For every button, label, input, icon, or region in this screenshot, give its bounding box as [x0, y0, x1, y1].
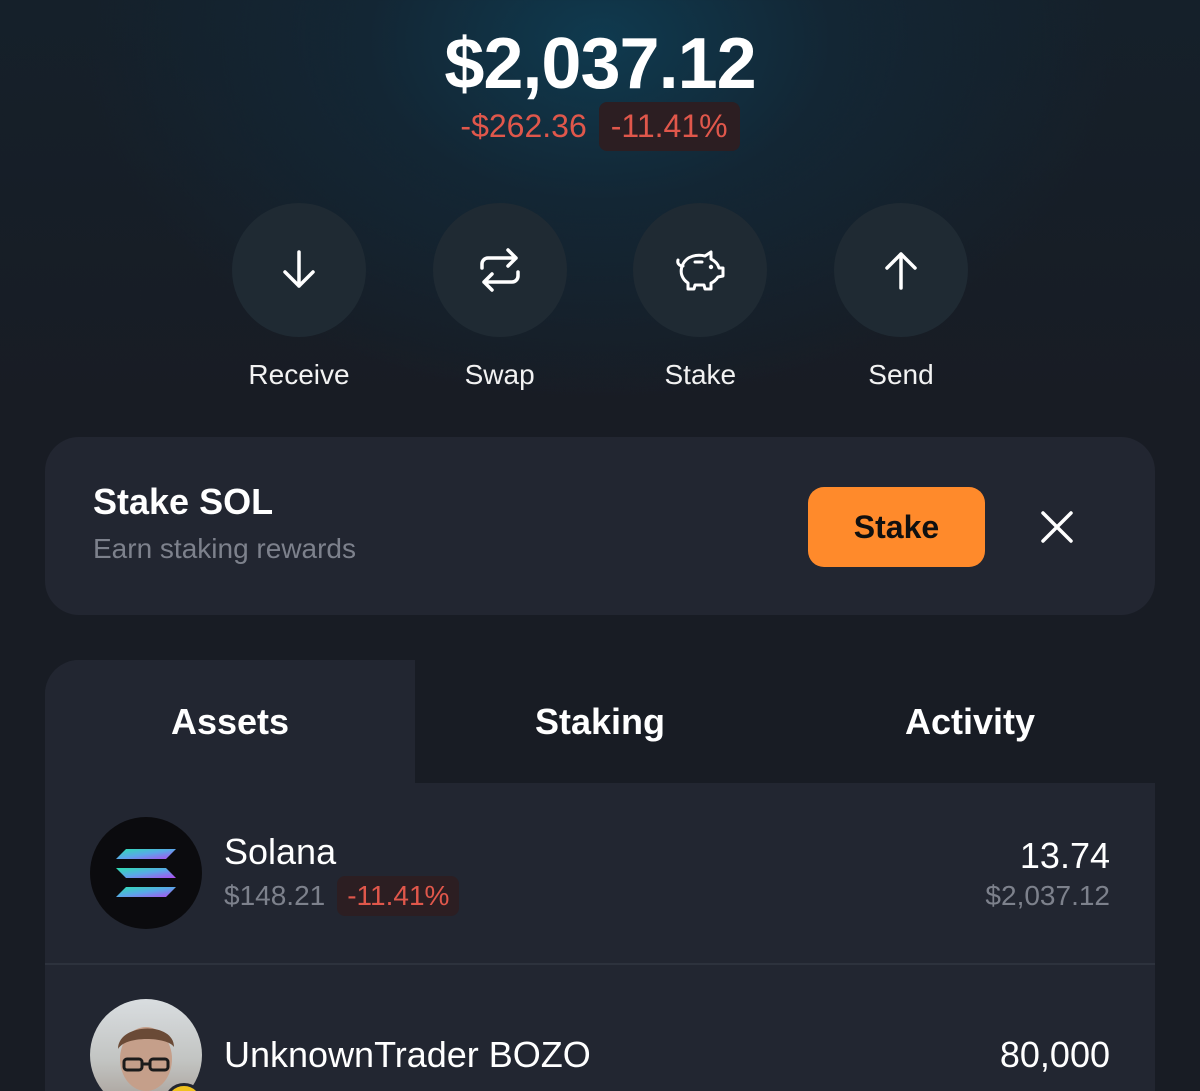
asset-info: Solana $148.21 -11.41% [224, 830, 985, 916]
arrow-down-icon [283, 250, 315, 288]
tab-staking[interactable]: Staking [415, 660, 785, 783]
asset-change-badge: -11.41% [337, 876, 460, 916]
token-avatar [90, 999, 204, 1091]
asset-amount: 80,000 [999, 1034, 1110, 1075]
asset-price: $148.21 [224, 880, 326, 911]
stake-button[interactable]: Stake [808, 487, 985, 567]
assets-panel: Assets Staking Activity Solana $148.21 -… [45, 660, 1155, 1091]
send-label: Send [868, 359, 934, 390]
close-icon [1041, 511, 1073, 543]
swap-icon [479, 248, 520, 292]
tab-assets[interactable]: Assets [45, 660, 415, 783]
balance-change: -$262.36 -11.41% [0, 102, 1200, 151]
asset-amount: 13.74 [1019, 835, 1110, 876]
stake-sol-banner: Stake SOL Earn staking rewards Stake [45, 437, 1155, 615]
asset-holdings: 80,000 [1000, 999, 1110, 1077]
receive-label: Receive [248, 359, 350, 390]
swap-button-circle[interactable] [432, 203, 567, 337]
receive-button[interactable]: Receive [231, 203, 367, 391]
banner-title: Stake SOL [93, 481, 274, 522]
banner-subtitle: Earn staking rewards [93, 533, 357, 564]
arrow-up-icon [885, 252, 917, 290]
asset-info: UnknownTrader BOZO [224, 999, 1000, 1077]
close-banner-button[interactable] [1035, 505, 1079, 549]
quick-actions: Receive Swap Stake Send [231, 203, 969, 391]
send-button[interactable]: Send [833, 203, 969, 391]
asset-price-row: $148.21 -11.41% [224, 876, 985, 916]
total-balance: $2,037.12 [444, 24, 756, 104]
stake-button-circle[interactable] [633, 203, 768, 337]
receive-button-circle[interactable] [232, 203, 366, 337]
piggy-bank-icon [676, 250, 725, 291]
asset-name: UnknownTrader BOZO [224, 1034, 591, 1075]
asset-row-bozo[interactable]: UnknownTrader BOZO 80,000 [45, 963, 1155, 1091]
balance-change-percent: -11.41% [598, 102, 740, 151]
asset-holdings: 13.74 $2,037.12 [985, 834, 1110, 912]
tab-bar: Assets Staking Activity [45, 660, 1155, 783]
stake-action-button[interactable]: Stake [632, 203, 768, 391]
balance-change-amount: -$262.36 [460, 108, 587, 144]
swap-button[interactable]: Swap [432, 203, 568, 391]
tab-activity[interactable]: Activity [785, 660, 1155, 783]
asset-value: $2,037.12 [985, 880, 1110, 911]
asset-name: Solana [224, 831, 337, 872]
send-button-circle[interactable] [833, 203, 968, 337]
solana-logo-icon [90, 817, 202, 929]
stake-action-label: Stake [664, 359, 737, 390]
swap-label: Swap [464, 359, 535, 390]
asset-row-solana[interactable]: Solana $148.21 -11.41% 13.74 $2,037.12 [45, 783, 1155, 963]
